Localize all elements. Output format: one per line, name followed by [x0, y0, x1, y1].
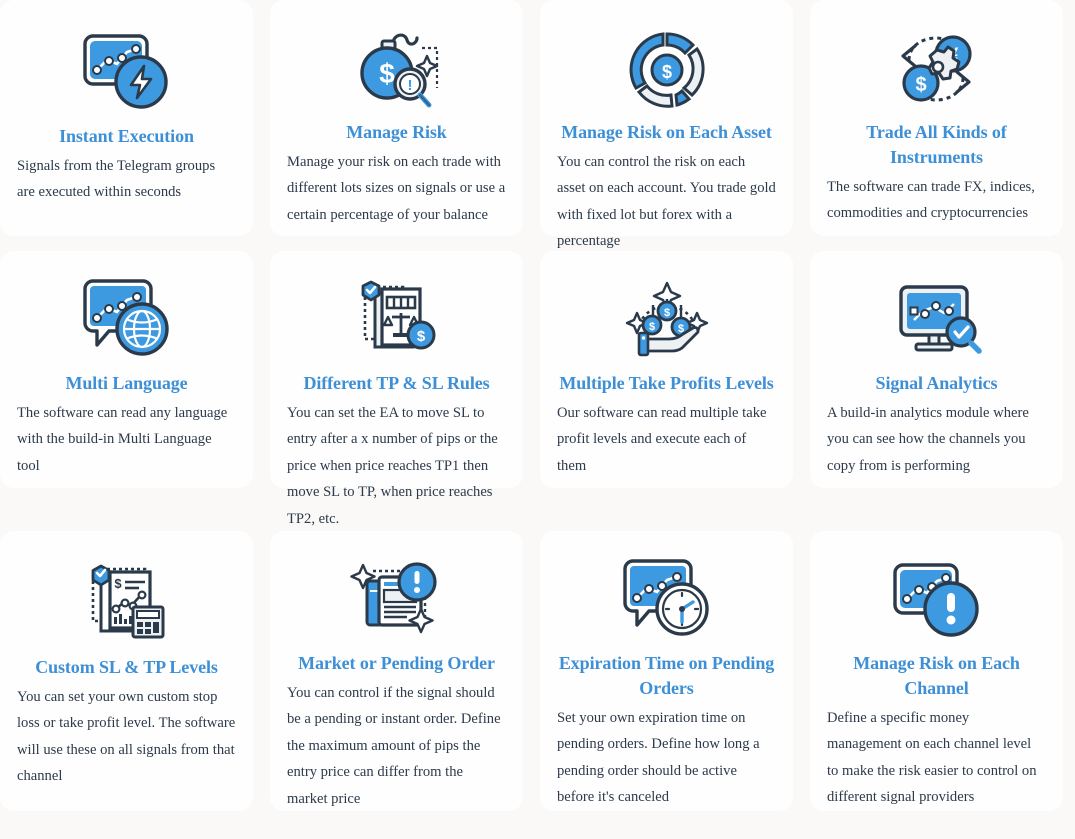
feature-card[interactable]: $ Custom SL & TP Levels You can set your…	[0, 531, 253, 811]
svg-text:$: $	[416, 328, 425, 345]
money-bomb-magnifier-icon: $ !	[342, 26, 452, 114]
news-document-alert-icon	[342, 557, 452, 645]
feature-title: Multi Language	[65, 373, 188, 393]
feature-description: A build-in analytics module where you ca…	[827, 404, 1029, 474]
svg-text:$: $	[648, 321, 654, 333]
feature-card[interactable]: Multi Language The software can read any…	[0, 251, 253, 488]
chart-screen-lightning-icon	[72, 26, 182, 118]
feature-title: Manage Risk on Each Channel	[853, 653, 1020, 698]
feature-description: You can control if the signal should be …	[287, 684, 501, 808]
chart-bubble-globe-icon	[72, 277, 182, 365]
feature-title: Manage Risk	[346, 122, 447, 142]
svg-text:!: !	[407, 77, 412, 94]
feature-description: The software can read any language with …	[17, 404, 228, 474]
feature-title: Trade All Kinds of Instruments	[866, 122, 1007, 167]
svg-text:$: $	[915, 74, 926, 96]
feature-card[interactable]: Market or Pending Order You can control …	[270, 531, 523, 811]
feature-description: Manage your risk on each trade with diff…	[287, 153, 506, 223]
features-grid: Instant Execution Signals from the Teleg…	[0, 0, 1075, 839]
feature-card[interactable]: $ Manage Risk on Each Asset You can cont…	[540, 0, 793, 249]
feature-card[interactable]: $ Different TP & SL Rules You can set th…	[270, 251, 523, 527]
svg-text:$: $	[663, 307, 669, 319]
svg-text:$: $	[114, 576, 122, 591]
feature-title: Signal Analytics	[875, 373, 998, 393]
feature-title: Multiple Take Profits Levels	[559, 373, 774, 393]
chart-bubble-alert-icon	[882, 557, 992, 645]
hand-coins-sparkle-icon: $ $ $	[612, 277, 722, 365]
feature-card[interactable]: Signal Analytics A build-in analytics mo…	[810, 251, 1063, 488]
feature-description: Define a specific money management on ea…	[827, 709, 1037, 806]
feature-description: The software can trade FX, indices, comm…	[827, 178, 1035, 222]
svg-text:$: $	[661, 62, 671, 82]
feature-card[interactable]: $ $ $ Multiple Take Profits Levels Our s…	[540, 251, 793, 488]
currency-exchange-gear-icon: ¥ $	[882, 26, 992, 114]
feature-description: You can set the EA to move SL to entry a…	[287, 404, 498, 528]
feature-title: Different TP & SL Rules	[303, 373, 490, 393]
feature-title: Instant Execution	[59, 126, 194, 146]
feature-card[interactable]: ¥ $ Trade All Kinds of Instruments The s…	[810, 0, 1063, 236]
feature-description: You can control the risk on each asset o…	[557, 153, 776, 250]
feature-title: Expiration Time on Pending Orders	[558, 653, 775, 698]
monitor-chart-magnifier-icon	[882, 277, 992, 365]
feature-title: Manage Risk on Each Asset	[561, 122, 772, 142]
feature-description: Signals from the Telegram groups are exe…	[17, 157, 216, 201]
feature-description: Set your own expiration time on pending …	[557, 709, 760, 806]
feature-description: Our software can read multiple take prof…	[557, 404, 767, 474]
feature-title: Market or Pending Order	[298, 653, 495, 673]
feature-card[interactable]: Instant Execution Signals from the Teleg…	[0, 0, 253, 236]
feature-card[interactable]: Expiration Time on Pending Orders Set yo…	[540, 531, 793, 811]
pie-chart-dollar-icon: $	[612, 26, 722, 114]
report-calculator-shield-icon: $	[72, 557, 182, 649]
feature-title: Custom SL & TP Levels	[35, 657, 218, 677]
feature-card[interactable]: Manage Risk on Each Channel Define a spe…	[810, 531, 1063, 811]
document-scales-coin-icon: $	[342, 277, 452, 365]
feature-card[interactable]: $ ! Manage Risk Manage your risk on each…	[270, 0, 523, 236]
chart-bubble-clock-icon	[612, 557, 722, 645]
feature-description: You can set your own custom stop loss or…	[17, 688, 236, 785]
svg-text:$: $	[379, 58, 395, 89]
